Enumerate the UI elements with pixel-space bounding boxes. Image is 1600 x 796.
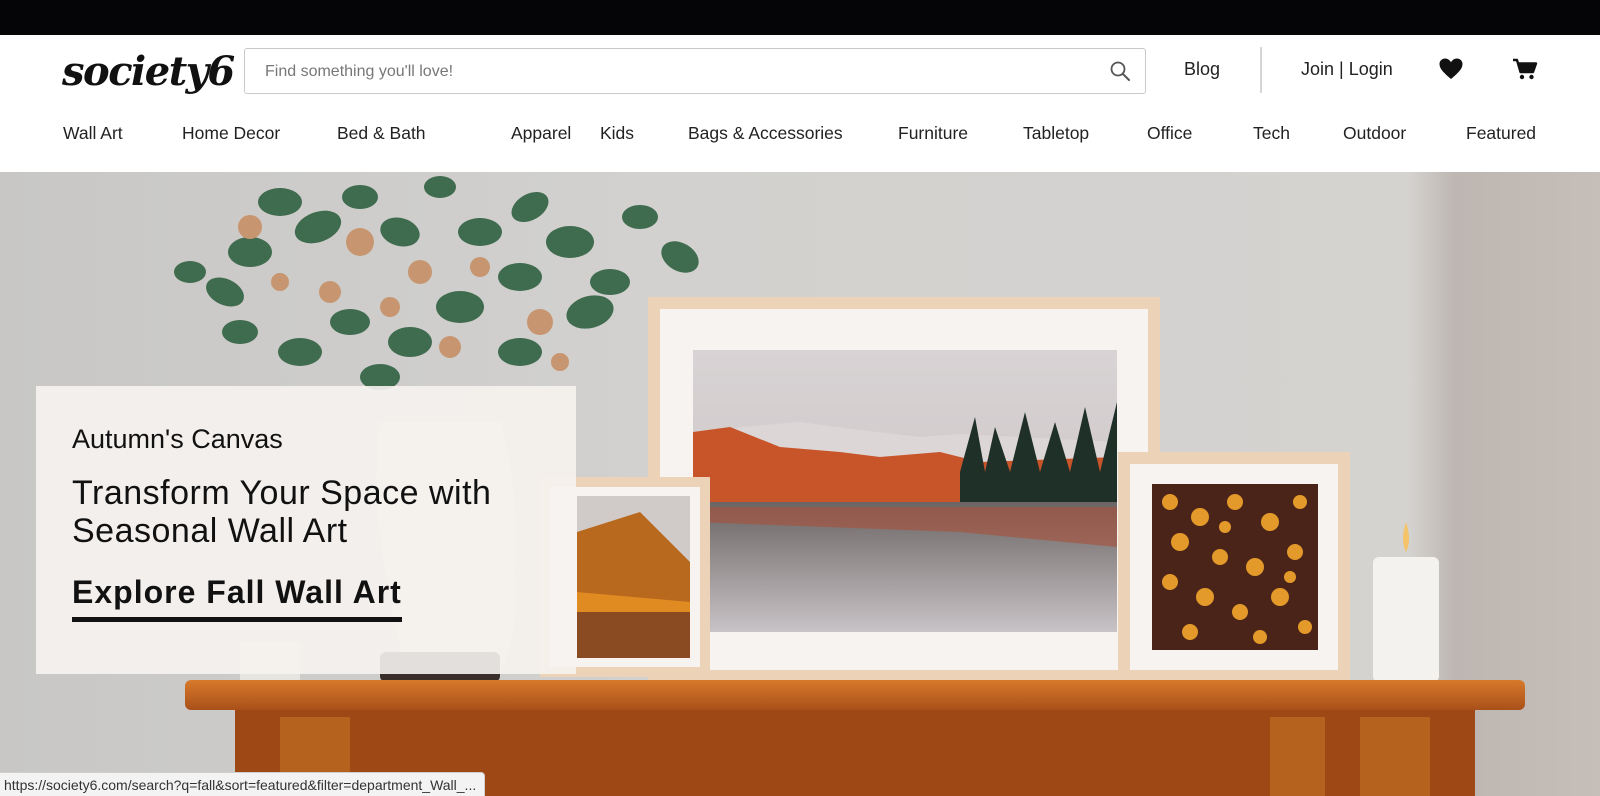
hero-headline: Transform Your Space with Seasonal Wall … — [72, 474, 492, 550]
hero-promo-card: Autumn's Canvas Transform Your Space wit… — [36, 386, 576, 674]
blog-link[interactable]: Blog — [1184, 59, 1220, 80]
wooden-mantel — [185, 680, 1525, 710]
nav-tabletop[interactable]: Tabletop — [1023, 123, 1089, 144]
cart-icon[interactable] — [1512, 57, 1538, 81]
search-icon[interactable] — [1109, 60, 1131, 82]
nav-featured[interactable]: Featured — [1466, 123, 1536, 144]
heart-icon[interactable] — [1438, 57, 1464, 81]
browser-top-bar — [0, 0, 1600, 35]
nav-outdoor[interactable]: Outdoor — [1343, 123, 1406, 144]
society6-logo[interactable]: society6 — [62, 47, 235, 97]
eucalyptus-plant — [174, 176, 699, 390]
nav-tech[interactable]: Tech — [1253, 123, 1290, 144]
white-candle — [1373, 557, 1439, 682]
lake-landscape-print — [693, 350, 1117, 632]
nav-apparel[interactable]: Apparel — [511, 123, 571, 144]
join-login-link[interactable]: Join | Login — [1301, 59, 1393, 80]
nav-wall-art[interactable]: Wall Art — [63, 123, 123, 144]
header-divider — [1260, 47, 1262, 93]
mountain-autumn-print — [577, 496, 690, 658]
nav-office[interactable]: Office — [1147, 123, 1192, 144]
search-input[interactable] — [263, 49, 1067, 95]
hero-kicker: Autumn's Canvas — [72, 424, 283, 454]
autumn-leaves-print — [1152, 484, 1318, 650]
search-bar[interactable] — [244, 48, 1146, 95]
nav-bed-bath[interactable]: Bed & Bath — [337, 123, 426, 144]
browser-status-bar: https://society6.com/search?q=fall&sort=… — [0, 772, 486, 796]
nav-home-decor[interactable]: Home Decor — [182, 123, 280, 144]
nav-bags-accessories[interactable]: Bags & Accessories — [688, 123, 843, 144]
category-nav: Wall Art Home Decor Bed & Bath Apparel K… — [0, 123, 1600, 161]
nav-kids[interactable]: Kids — [600, 123, 634, 144]
hero-banner[interactable]: Autumn's Canvas Transform Your Space wit… — [0, 172, 1600, 796]
site-header: society6 Blog Join | Login Wall Art Home… — [0, 35, 1600, 172]
nav-furniture[interactable]: Furniture — [898, 123, 968, 144]
explore-fall-wall-art-link[interactable]: Explore Fall Wall Art — [72, 574, 402, 622]
